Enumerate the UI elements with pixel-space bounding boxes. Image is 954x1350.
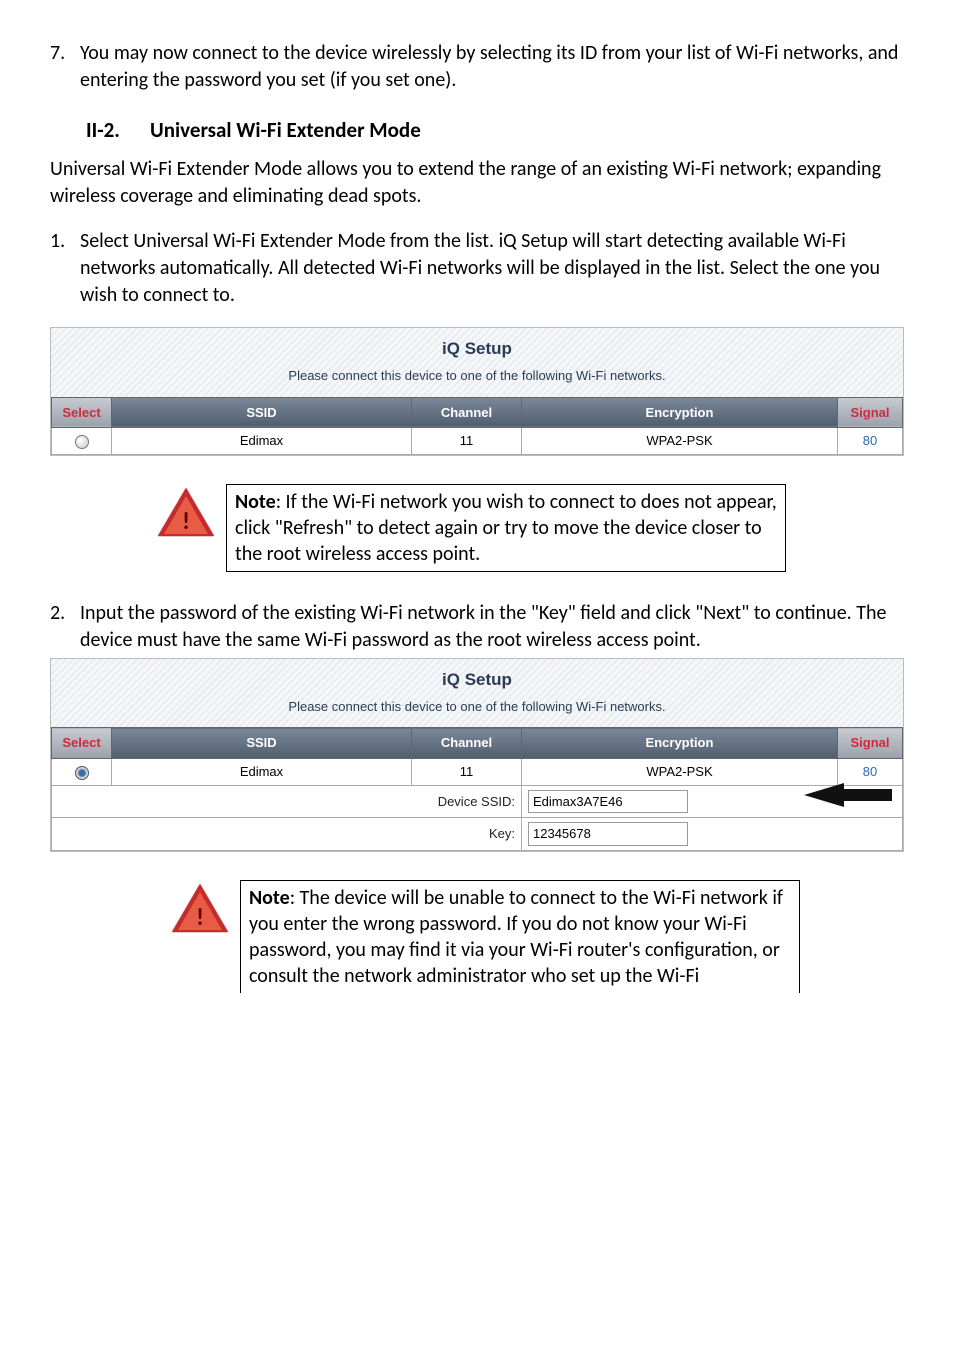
iq2-col-select: Select — [52, 728, 112, 759]
iq1-row-0: Edimax 11 WPA2-PSK 80 — [52, 428, 903, 455]
iq2-title: iQ Setup — [51, 669, 903, 692]
iq1-row-0-channel: 11 — [412, 428, 522, 455]
iq1-table: Select SSID Channel Encryption Signal Ed… — [51, 397, 903, 455]
iq-setup-panel-1: iQ Setup Please connect this device to o… — [50, 327, 904, 456]
step-1-text: Select Universal Wi-Fi Extender Mode fro… — [80, 228, 904, 309]
iq2-row-0-encryption: WPA2-PSK — [522, 758, 838, 785]
iq2-col-ssid: SSID — [112, 728, 412, 759]
iq2-col-signal: Signal — [838, 728, 903, 759]
step-2-number: 2. — [50, 600, 80, 654]
key-input[interactable]: 12345678 — [528, 822, 688, 846]
iq2-key-row: Key: 12345678 — [52, 818, 903, 851]
note-1-text: : If the Wi-Fi network you wish to conne… — [235, 490, 777, 566]
iq2-row-0: Edimax 11 WPA2-PSK 80 — [52, 758, 903, 785]
radio-on-icon[interactable] — [75, 766, 89, 780]
step-2-text: Input the password of the existing Wi-Fi… — [80, 600, 904, 654]
iq1-row-0-ssid: Edimax — [112, 428, 412, 455]
note-2: ! Note: The device will be unable to con… — [170, 880, 904, 993]
note-2-label: Note — [249, 886, 290, 910]
warning-icon: ! — [156, 484, 220, 536]
section-number: II-2. — [86, 116, 150, 144]
iq1-col-channel: Channel — [412, 397, 522, 428]
iq1-title: iQ Setup — [51, 338, 903, 361]
iq1-row-0-select[interactable] — [52, 428, 112, 455]
radio-off-icon[interactable] — [75, 435, 89, 449]
iq1-row-0-signal: 80 — [838, 428, 903, 455]
step-7-text: You may now connect to the device wirele… — [80, 40, 904, 94]
iq2-device-ssid-label: Device SSID: — [52, 785, 522, 818]
iq2-col-channel: Channel — [412, 728, 522, 759]
note-2-text: : The device will be unable to connect t… — [249, 886, 783, 988]
step-7-number: 7. — [50, 40, 80, 94]
iq1-col-encryption: Encryption — [522, 397, 838, 428]
iq2-device-ssid-row: Device SSID: Edimax3A7E46 — [52, 785, 903, 818]
step-1: 1. Select Universal Wi-Fi Extender Mode … — [50, 228, 904, 309]
step-2: 2. Input the password of the existing Wi… — [50, 600, 904, 654]
iq1-col-signal: Signal — [838, 397, 903, 428]
iq1-row-0-encryption: WPA2-PSK — [522, 428, 838, 455]
step-7: 7. You may now connect to the device wir… — [50, 40, 904, 94]
step-1-number: 1. — [50, 228, 80, 309]
note-1-label: Note — [235, 490, 276, 514]
note-1-box: Note: If the Wi-Fi network you wish to c… — [226, 484, 786, 572]
device-ssid-input[interactable]: Edimax3A7E46 — [528, 790, 688, 814]
section-heading: II-2. Universal Wi-Fi Extender Mode — [86, 116, 904, 144]
iq2-subtitle: Please connect this device to one of the… — [51, 698, 903, 716]
iq2-row-0-channel: 11 — [412, 758, 522, 785]
iq2-header-row: Select SSID Channel Encryption Signal — [52, 728, 903, 759]
iq1-header-row: Select SSID Channel Encryption Signal — [52, 397, 903, 428]
iq2-row-0-ssid: Edimax — [112, 758, 412, 785]
section-intro: Universal Wi-Fi Extender Mode allows you… — [50, 156, 904, 210]
note-1: ! Note: If the Wi-Fi network you wish to… — [156, 484, 904, 572]
iq2-key-label: Key: — [52, 818, 522, 851]
pointer-arrow-icon — [804, 780, 894, 814]
iq1-col-ssid: SSID — [112, 397, 412, 428]
note-2-box: Note: The device will be unable to conne… — [240, 880, 800, 993]
iq2-col-encryption: Encryption — [522, 728, 838, 759]
warning-icon: ! — [170, 880, 234, 932]
section-title: Universal Wi-Fi Extender Mode — [150, 116, 421, 144]
iq1-subtitle: Please connect this device to one of the… — [51, 367, 903, 385]
iq2-row-0-select[interactable] — [52, 758, 112, 785]
iq2-table: Select SSID Channel Encryption Signal Ed… — [51, 727, 903, 850]
iq-setup-panel-2: iQ Setup Please connect this device to o… — [50, 658, 904, 852]
iq1-col-select: Select — [52, 397, 112, 428]
